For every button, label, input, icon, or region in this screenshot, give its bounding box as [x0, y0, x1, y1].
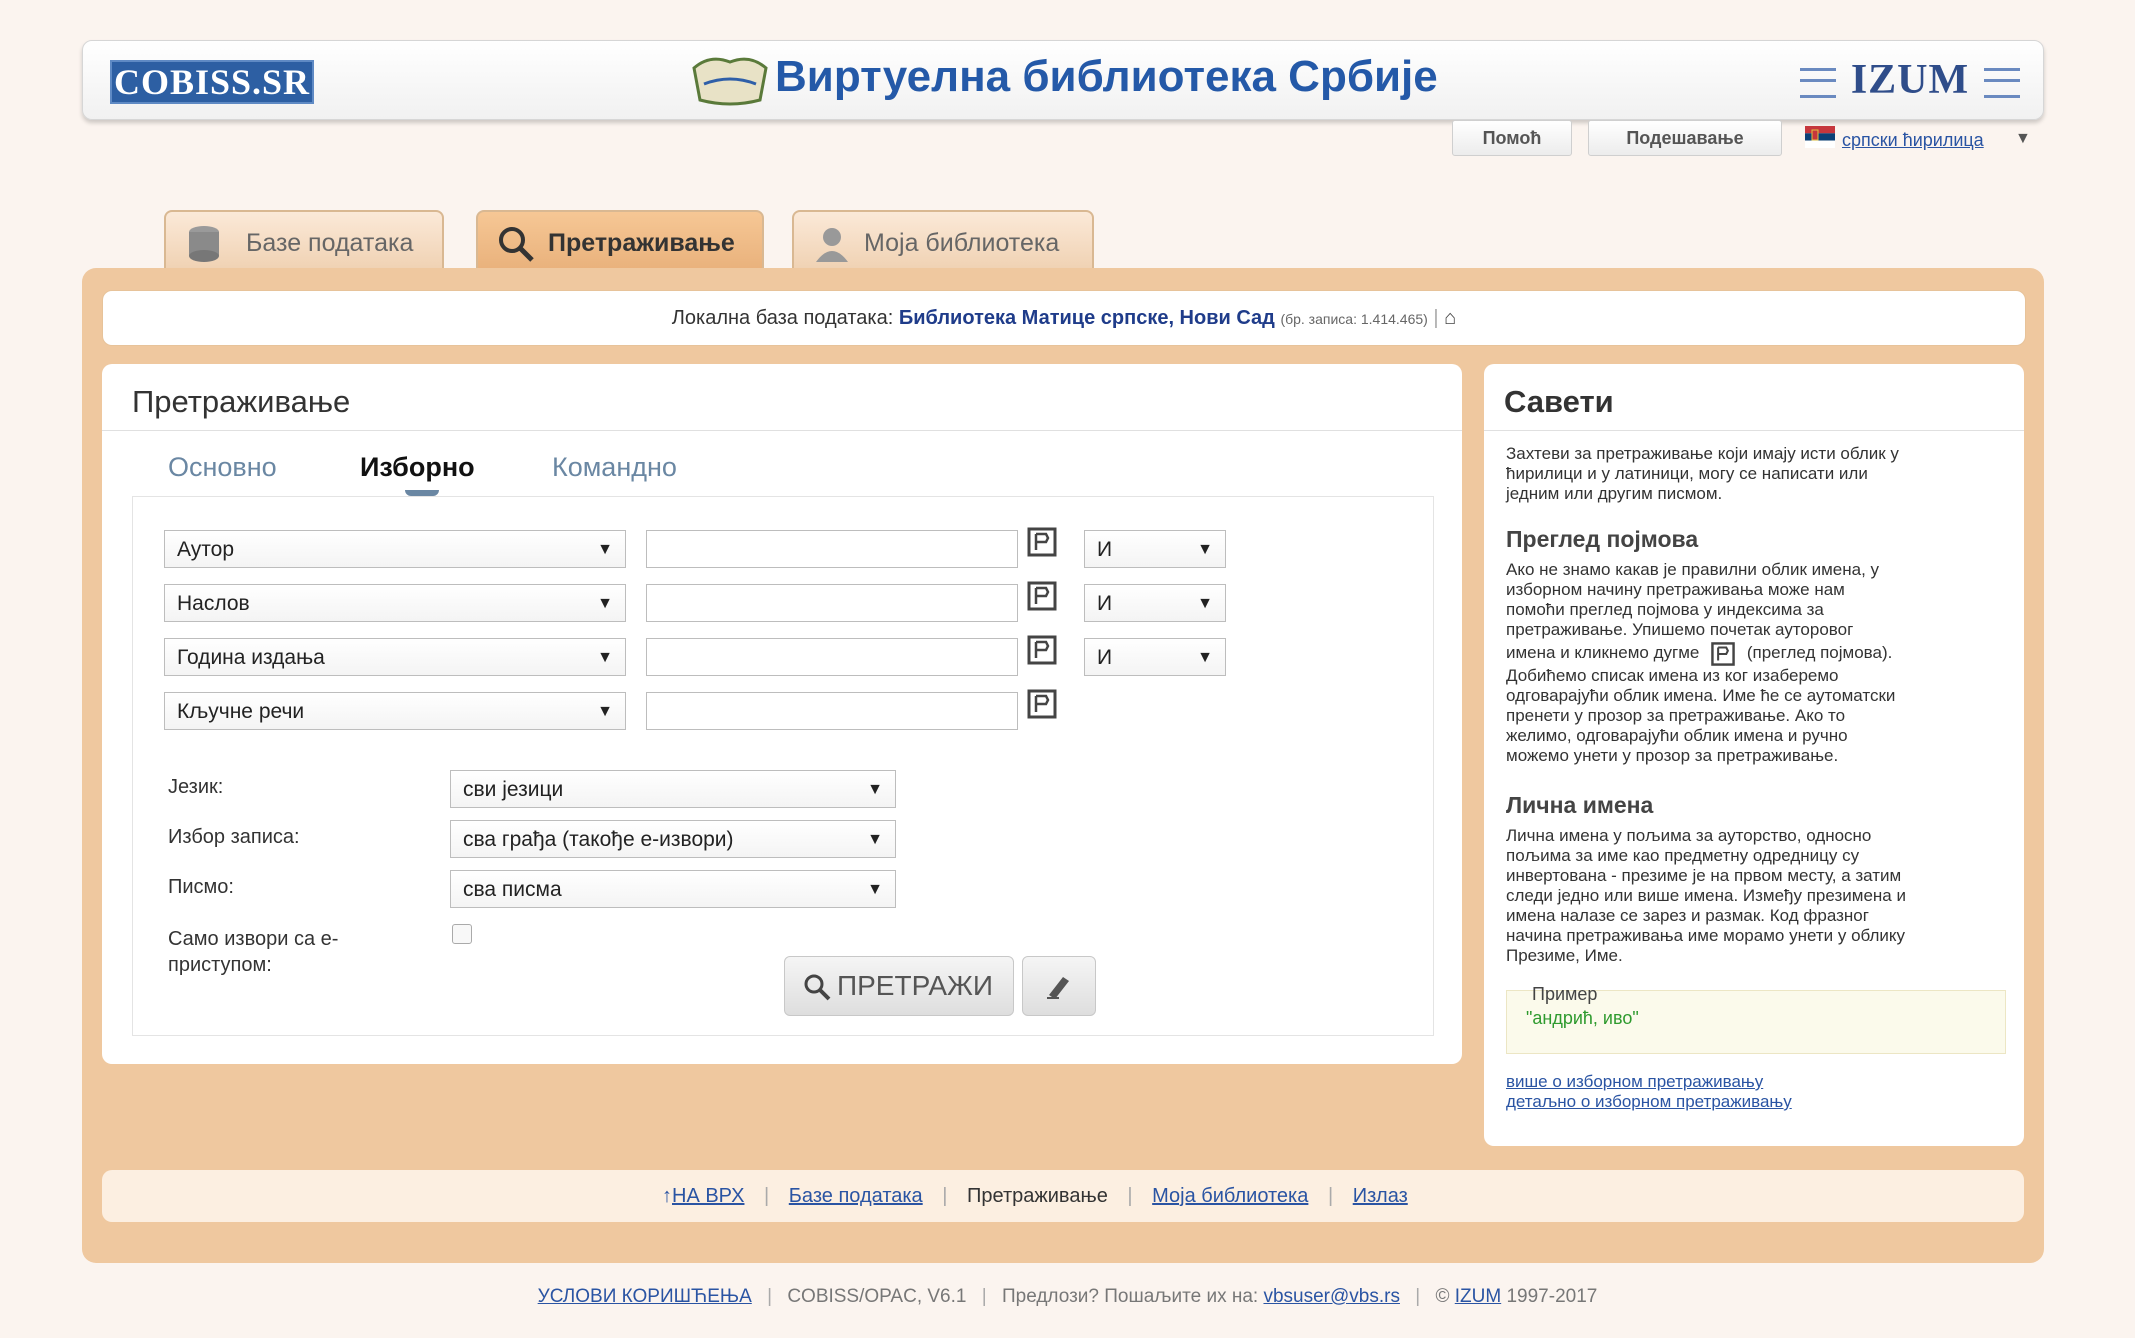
tab-databases[interactable]: Базе података	[164, 210, 444, 274]
chevron-down-icon: ▼	[867, 781, 883, 798]
footer: УСЛОВИ КОРИШЋЕЊА | COBISS/OPAC, V6.1 | П…	[537, 1286, 1598, 1307]
home-icon[interactable]: ⌂	[1444, 307, 1456, 329]
chevron-down-icon: ▼	[867, 831, 883, 848]
vbs-emblem-icon	[692, 57, 768, 106]
divider	[1484, 430, 2024, 431]
copyright-years: 1997-2017	[1506, 1286, 1598, 1307]
field-select-4[interactable]: Кључне речи ▼	[164, 692, 626, 730]
nav-search-current: Претраживање	[967, 1185, 1108, 1207]
search-term-input-2[interactable]	[646, 584, 1018, 622]
operator-select-2[interactable]: И ▼	[1084, 584, 1226, 622]
search-term-input-4[interactable]	[646, 692, 1018, 730]
field-select-3[interactable]: Година издања ▼	[164, 638, 626, 676]
chevron-down-icon: ▼	[597, 541, 613, 558]
serbia-flag-icon	[1805, 126, 1835, 148]
index-browse-icon[interactable]	[1026, 634, 1058, 666]
arrow-up-icon: ↑	[662, 1185, 672, 1207]
local-db-library[interactable]: Библиотека Матице српске, Нови Сад	[899, 307, 1275, 329]
izum-link[interactable]: IZUM	[1455, 1286, 1501, 1307]
tips-browse-text: Ако не знамо какав је правилни облик име…	[1506, 560, 1896, 765]
bottom-nav: ↑НА ВРХ | Базе података | Претраживање |…	[102, 1170, 2024, 1222]
tips-heading-browse: Преглед појмова	[1506, 526, 1699, 552]
eaccess-label-line2: приступом:	[168, 954, 272, 976]
cobiss-logo[interactable]: COBISS.SR	[110, 60, 314, 104]
chevron-down-icon: ▼	[1197, 595, 1213, 612]
chevron-down-icon: ▼	[597, 703, 613, 720]
tab-databases-label: Базе података	[246, 229, 414, 257]
eraser-icon	[1047, 977, 1069, 999]
clear-form-button[interactable]	[1022, 956, 1096, 1016]
tab-my-library-label: Моја библиотека	[864, 229, 1060, 257]
detailed-advanced-search-link[interactable]: детаљно о изборном претраживању	[1506, 1092, 1792, 1112]
search-panel-title: Претраживање	[132, 384, 351, 419]
eaccess-checkbox[interactable]	[452, 924, 472, 944]
index-browse-icon[interactable]	[1026, 688, 1058, 720]
eaccess-label: Само извори са е-	[168, 928, 339, 950]
local-database-bar: Локална база података: Библиотека Матице…	[102, 290, 2026, 346]
subtab-command[interactable]: Командно	[552, 452, 677, 483]
record-type-select[interactable]: сва грађа (такође е-извори) ▼	[450, 820, 896, 858]
user-icon	[816, 228, 848, 262]
more-advanced-search-link[interactable]: више о изборном претраживању	[1506, 1072, 1763, 1092]
index-browse-icon[interactable]	[1026, 580, 1058, 612]
tab-my-library[interactable]: Моја библиотека	[792, 210, 1094, 274]
tips-title: Савети	[1504, 384, 1614, 419]
tips-intro: Захтеви за претраживање који имају исти …	[1506, 444, 1899, 503]
search-form	[132, 496, 1434, 1036]
terms-of-use-link[interactable]: УСЛОВИ КОРИШЋЕЊА	[538, 1286, 752, 1307]
database-icon	[189, 226, 219, 262]
search-icon	[804, 974, 831, 1001]
chevron-down-icon: ▼	[867, 881, 883, 898]
copyright-sign: ©	[1435, 1286, 1450, 1307]
search-term-input-1[interactable]	[646, 530, 1018, 568]
chevron-down-icon: ▼	[597, 595, 613, 612]
script-select[interactable]: сва писма ▼	[450, 870, 896, 908]
chevron-down-icon[interactable]: ▼	[2015, 130, 2031, 148]
language-filter-select[interactable]: сви језици ▼	[450, 770, 896, 808]
nav-databases-link[interactable]: Базе података	[789, 1185, 923, 1207]
field-select-2[interactable]: Наслов ▼	[164, 584, 626, 622]
example-value: "андрић, иво"	[1526, 1008, 1639, 1028]
operator-select-1[interactable]: И ▼	[1084, 530, 1226, 568]
tab-search[interactable]: Претраживање	[476, 210, 764, 274]
divider	[102, 430, 1462, 431]
nav-my-library-link[interactable]: Моја библиотека	[1152, 1185, 1308, 1207]
index-browse-icon[interactable]	[1026, 526, 1058, 558]
settings-button[interactable]: Подешавање	[1588, 120, 1782, 156]
language-select[interactable]: српски ћирилица	[1842, 130, 1984, 151]
izum-logo[interactable]: IZUM	[1800, 58, 2020, 102]
chevron-down-icon: ▼	[1197, 649, 1213, 666]
example-label: Пример	[1532, 984, 1598, 1004]
operator-select-3[interactable]: И ▼	[1084, 638, 1226, 676]
local-db-records: (бр. записа: 1.414.465)	[1280, 311, 1428, 327]
search-icon	[499, 227, 534, 262]
chevron-down-icon: ▼	[1197, 541, 1213, 558]
tips-heading-names: Лична имена	[1506, 792, 1654, 818]
local-db-label: Локална база података:	[671, 307, 894, 329]
index-browse-icon	[1711, 641, 1735, 666]
field-select-1[interactable]: Аутор ▼	[164, 530, 626, 568]
suggestion-text: Предлози? Пошаљите их на:	[1001, 1286, 1259, 1307]
separator: |	[1433, 307, 1439, 329]
search-button[interactable]: ПРЕТРАЖИ	[784, 956, 1014, 1016]
search-term-input-3[interactable]	[646, 638, 1018, 676]
subtab-advanced[interactable]: Изборно	[360, 452, 475, 483]
chevron-down-icon: ▼	[597, 649, 613, 666]
script-label: Писмо:	[168, 876, 234, 898]
subtab-basic[interactable]: Основно	[168, 452, 277, 483]
language-label: Језик:	[168, 776, 224, 798]
back-to-top-link[interactable]: НА ВРХ	[672, 1185, 744, 1207]
app-title: Виртуелна библиотека Србије	[775, 52, 1438, 101]
email-link[interactable]: vbsuser@vbs.rs	[1263, 1286, 1400, 1307]
tips-names-text: Лична имена у пољима за ауторство, однос…	[1506, 826, 1906, 965]
version-text: COBISS/OPAC, V6.1	[787, 1286, 967, 1307]
help-button[interactable]: Помоћ	[1452, 120, 1572, 156]
tab-search-label: Претраживање	[548, 229, 735, 257]
record-type-label: Избор записа:	[168, 826, 300, 848]
nav-exit-link[interactable]: Излаз	[1353, 1185, 1408, 1207]
